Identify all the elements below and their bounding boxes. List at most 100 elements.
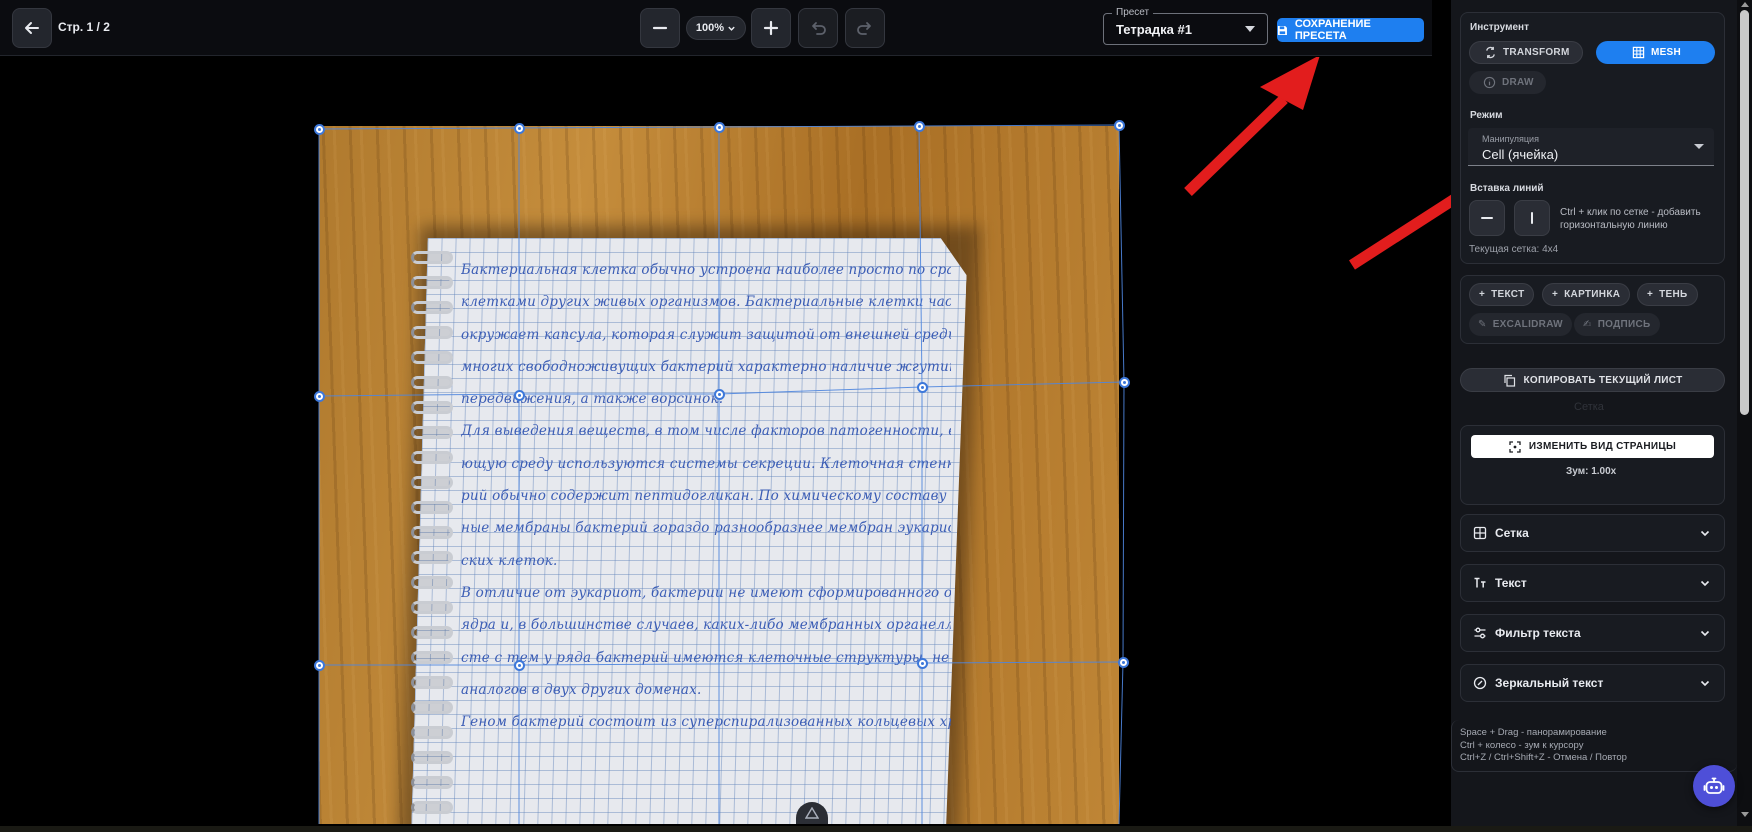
spiral-ring [411, 376, 453, 389]
zoom-readout: Зум: 1.00x [1566, 466, 1617, 477]
mesh-handle[interactable] [913, 120, 925, 132]
change-page-view-button[interactable]: ИЗМЕНИТЬ ВИД СТРАНИЦЫ [1471, 435, 1714, 458]
scrollbar-thumb[interactable] [1740, 10, 1749, 415]
mesh-handle[interactable] [1113, 119, 1125, 131]
text-line: Геном бактерий состоит из суперспирализо… [461, 714, 951, 731]
mode-select-value: Cell (ячейка) [1482, 147, 1559, 162]
mesh-handle[interactable] [313, 123, 325, 135]
spiral-ring [411, 751, 453, 764]
plus-icon: + [1479, 289, 1486, 300]
tool-label: Инструмент [1470, 22, 1529, 33]
annotation-arrow [1184, 57, 1320, 196]
spiral-ring [411, 451, 453, 464]
signature-label: ПОДПИСЬ [1597, 319, 1651, 330]
filter-icon [1474, 627, 1486, 639]
accordion-label: Фильтр текста [1495, 626, 1581, 640]
grid-icon [1473, 526, 1487, 540]
mesh-handle[interactable] [513, 389, 525, 401]
excalidraw-label: EXCALIDRAW [1492, 319, 1563, 330]
mesh-handle[interactable] [313, 659, 325, 671]
mesh-handle[interactable] [1118, 376, 1130, 388]
remove-line-button[interactable] [1469, 200, 1505, 236]
mesh-handle[interactable] [513, 659, 525, 671]
panel-scrollbar[interactable] [1737, 0, 1752, 826]
caret-down-icon [1245, 26, 1255, 32]
save-icon [1277, 25, 1287, 35]
mesh-handle[interactable] [713, 121, 725, 133]
mesh-handle[interactable] [713, 388, 725, 400]
save-preset-button[interactable]: СОХРАНЕНИЕ ПРЕСЕТА [1277, 18, 1424, 42]
accordion-mirror-text[interactable]: Зеркальный текст [1460, 664, 1725, 702]
spiral-ring [411, 401, 453, 414]
mesh-handle[interactable] [313, 390, 325, 402]
redo-button[interactable] [845, 8, 885, 48]
mesh-handle[interactable] [513, 122, 525, 134]
undo-icon [812, 22, 826, 35]
spiral-ring [411, 726, 453, 739]
chevron-down-icon [1700, 580, 1710, 587]
info-icon [1483, 76, 1496, 89]
accordion-grid[interactable]: Сетка [1460, 514, 1725, 552]
chevron-down-icon [1700, 630, 1710, 637]
mesh-handle[interactable] [1117, 656, 1129, 668]
signature-button[interactable]: ✍ ПОДПИСЬ [1574, 313, 1660, 336]
spiral-ring [411, 276, 453, 289]
text-line: передвижения, а также ворсинок. [461, 391, 724, 408]
mode-select[interactable]: Манипуляция Cell (ячейка) [1468, 128, 1714, 166]
accordion-text[interactable]: Текст [1460, 564, 1725, 602]
transform-button[interactable]: TRANSFORM [1469, 41, 1583, 64]
copy-sheet-button[interactable]: КОПИРОВАТЬ ТЕКУЩИЙ ЛИСТ [1460, 368, 1725, 392]
text-line: ских клеток. [461, 552, 558, 569]
text-line: многих свободноживущих бактерий характер… [461, 358, 951, 375]
preset-select[interactable]: Пресет Тетрадка #1 [1103, 7, 1268, 45]
mesh-button[interactable]: MESH [1596, 41, 1715, 64]
zoom-in-button[interactable] [751, 8, 791, 48]
add-text-button[interactable]: + ТЕКСТ [1469, 283, 1535, 306]
text-line: сте с тем у ряда бактерий имеются клеточ… [461, 649, 951, 666]
transform-label: TRANSFORM [1503, 47, 1570, 58]
spiral-ring [411, 626, 453, 639]
zoom-out-button[interactable] [640, 8, 680, 48]
vertical-line-button[interactable] [1514, 200, 1550, 236]
top-toolbar: Стр. 1 / 2 100% Пресет Тетрадка #1 СОХРА… [0, 0, 1432, 56]
focus-icon [1509, 440, 1521, 453]
excalidraw-button[interactable]: ✎ EXCALIDRAW [1469, 313, 1572, 336]
chevron-down-icon [1700, 530, 1710, 537]
redo-icon [857, 22, 871, 35]
signature-icon: ✍ [1583, 319, 1592, 330]
add-shadow-button[interactable]: + ТЕНЬ [1637, 283, 1698, 306]
mesh-label: MESH [1650, 47, 1682, 58]
add-image-button[interactable]: + КАРТИНКА [1542, 283, 1631, 306]
plus-icon [763, 20, 779, 36]
text-line: окружает капсула, которая служит защитой… [461, 326, 951, 343]
spiral-ring [411, 326, 453, 339]
zoom-select[interactable]: 100% [686, 16, 746, 40]
text-line: Бактериальная клетка обычно устроена наи… [461, 262, 951, 278]
accordion-text-filter[interactable]: Фильтр текста [1460, 614, 1725, 652]
change-page-view-label: ИЗМЕНИТЬ ВИД СТРАНИЦЫ [1528, 441, 1677, 452]
caret-down-icon [1694, 144, 1704, 149]
chevron-down-icon [1700, 680, 1710, 687]
plus-icon: + [1647, 289, 1654, 300]
spiral-ring [411, 351, 453, 364]
editor-canvas[interactable]: Бактериальная клетка обычно устроена наи… [0, 57, 1432, 824]
add-text-label: ТЕКСТ [1491, 289, 1525, 300]
spiral-ring [411, 701, 453, 714]
mesh-handle[interactable] [916, 657, 928, 669]
spiral-ring [411, 251, 453, 264]
text-line: Для выведения веществ, в том числе факто… [461, 423, 951, 440]
mesh-handle[interactable] [916, 381, 928, 393]
undo-button[interactable] [798, 8, 838, 48]
grid-icon [1632, 46, 1645, 59]
insert-lines-label: Вставка линий [1470, 183, 1544, 194]
draw-button[interactable]: DRAW [1469, 71, 1546, 94]
pen-icon: ✎ [1478, 319, 1487, 330]
back-button[interactable] [12, 8, 52, 48]
plus-icon: + [1552, 289, 1559, 300]
spiral-ring [411, 426, 453, 439]
assistant-bot-button[interactable] [1693, 765, 1735, 807]
spiral-ring [411, 476, 453, 489]
triangle-icon [805, 807, 819, 819]
minus-icon [652, 26, 668, 30]
text-line: ные мембраны бактерий гораздо разнообраз… [461, 520, 951, 537]
